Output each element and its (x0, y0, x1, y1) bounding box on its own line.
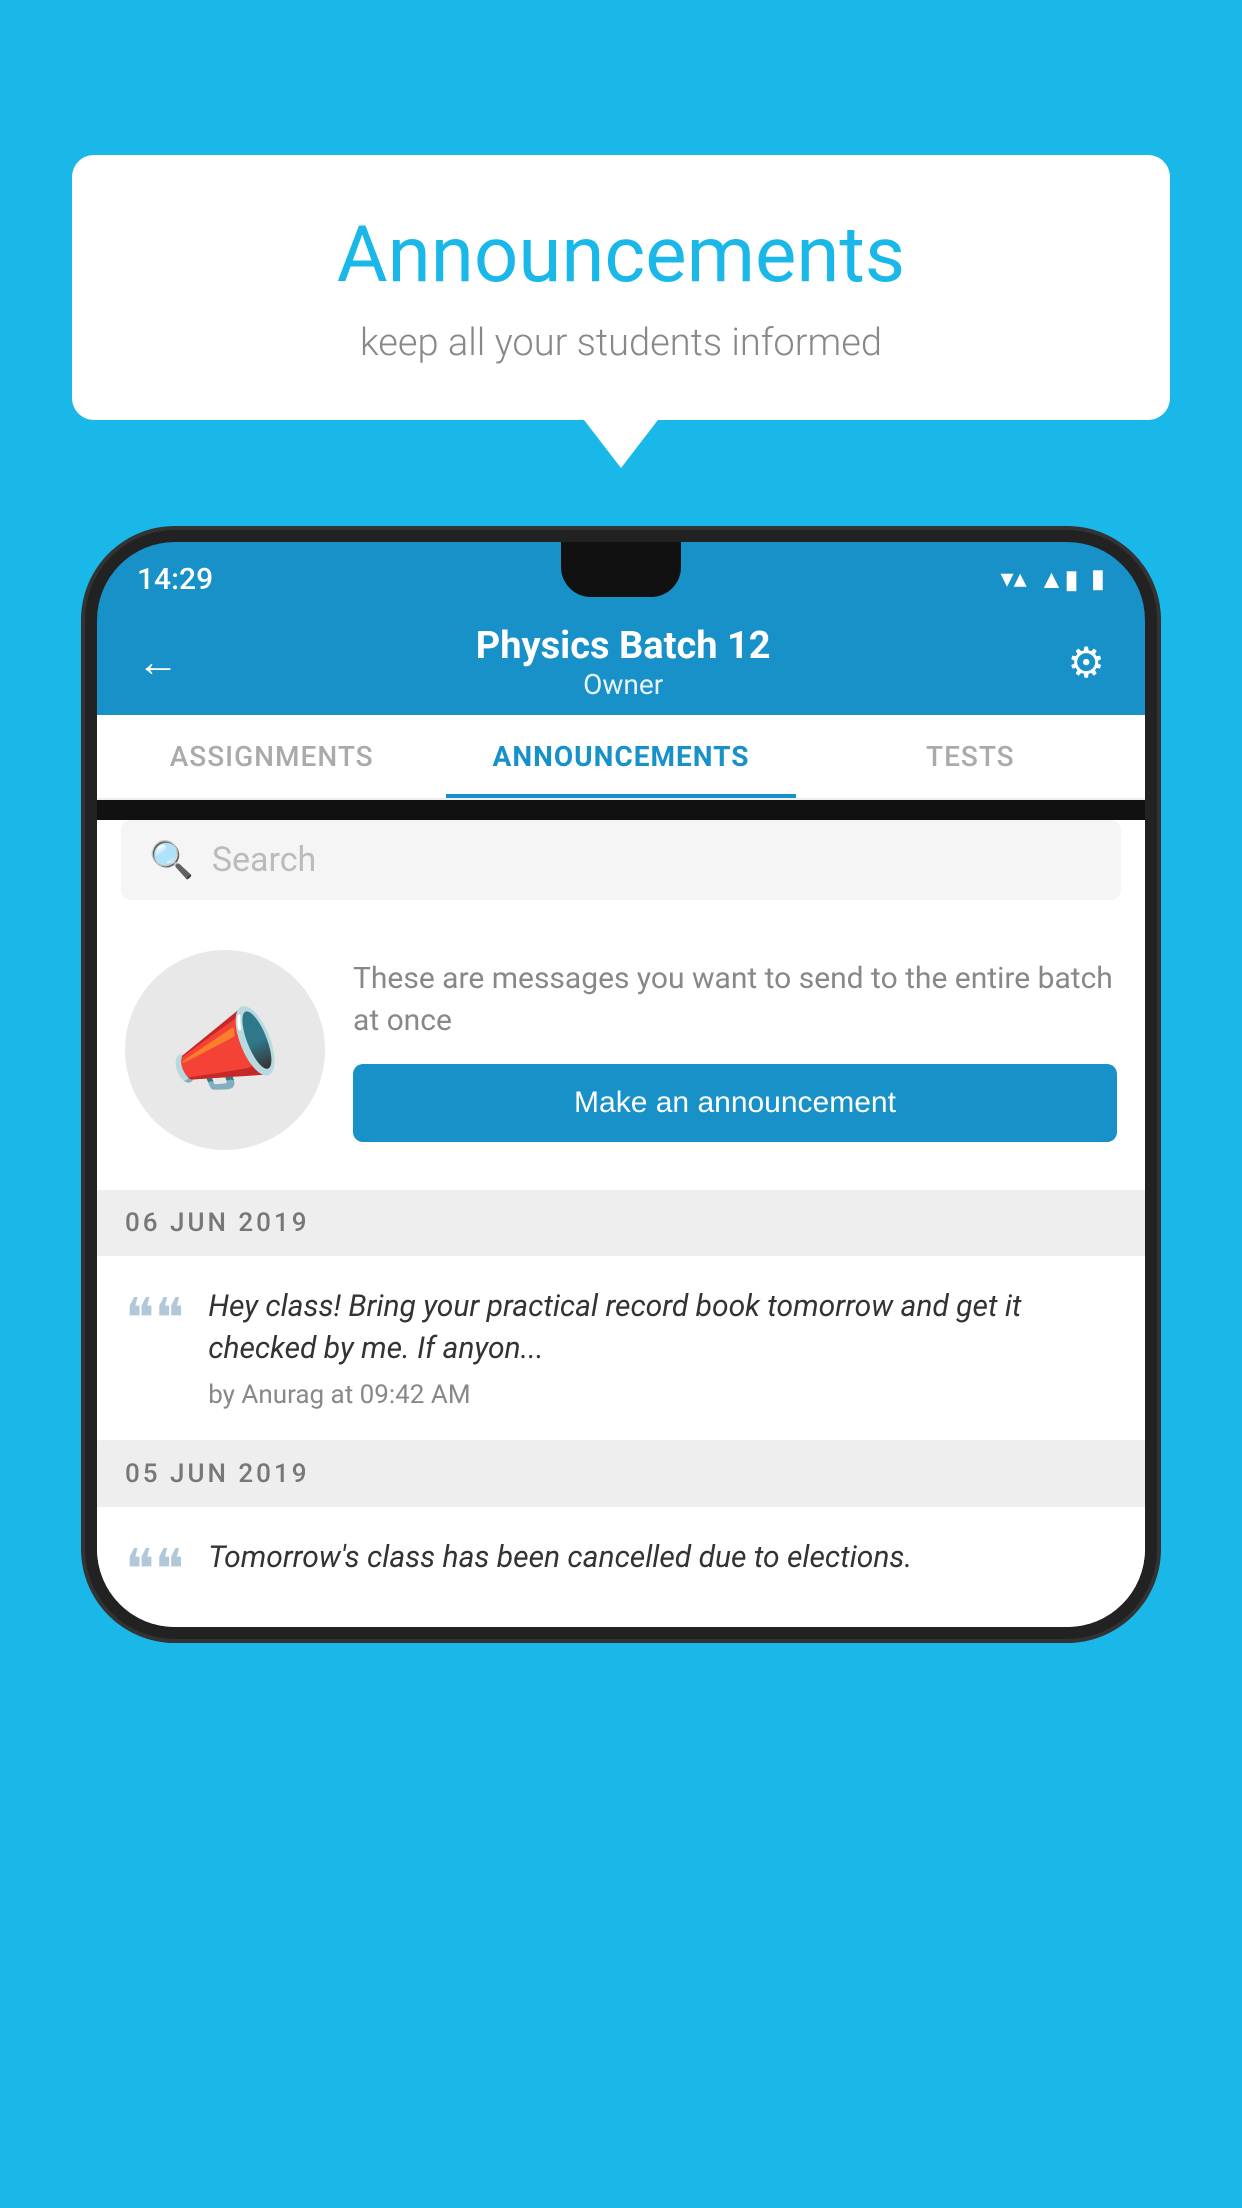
announcement-meta-1: by Anurag at 09:42 AM (208, 1380, 1117, 1410)
battery-icon: ▮ (1091, 564, 1105, 594)
speech-bubble-container: Announcements keep all your students inf… (72, 155, 1170, 420)
announcement-description: These are messages you want to send to t… (353, 958, 1117, 1042)
tab-tests[interactable]: TESTS (796, 715, 1145, 798)
wifi-icon: ▾▴ (1001, 564, 1027, 594)
speech-bubble: Announcements keep all your students inf… (72, 155, 1170, 420)
make-announcement-button[interactable]: Make an announcement (353, 1064, 1117, 1142)
announcement-item-1: ❝❝ Hey class! Bring your practical recor… (97, 1256, 1145, 1441)
search-placeholder: Search (212, 840, 316, 880)
header-center: Physics Batch 12 Owner (476, 624, 771, 701)
phone-notch (561, 542, 681, 597)
announcement-right: These are messages you want to send to t… (353, 958, 1117, 1142)
status-time: 14:29 (137, 562, 213, 597)
header-subtitle: Owner (476, 668, 771, 701)
content-area: 🔍 Search 📣 These are messages you want t… (97, 820, 1145, 1627)
megaphone-icon: 📣 (169, 998, 281, 1103)
gear-icon[interactable]: ⚙ (1067, 638, 1105, 688)
status-icons: ▾▴ ▲▮ ▮ (1001, 564, 1105, 595)
announcement-icon-circle: 📣 (125, 950, 325, 1150)
announcement-text-1: Hey class! Bring your practical record b… (208, 1286, 1117, 1370)
volume-down-button (1149, 1042, 1157, 1122)
announcement-content-2: Tomorrow's class has been cancelled due … (208, 1537, 1117, 1589)
volume-button (85, 942, 93, 1022)
app-header: ← Physics Batch 12 Owner ⚙ (97, 610, 1145, 715)
tab-announcements[interactable]: ANNOUNCEMENTS (446, 715, 795, 798)
tab-bar: ASSIGNMENTS ANNOUNCEMENTS TESTS (97, 715, 1145, 800)
announcement-prompt: 📣 These are messages you want to send to… (97, 920, 1145, 1190)
bubble-subtitle: keep all your students informed (132, 321, 1110, 365)
tab-assignments[interactable]: ASSIGNMENTS (97, 715, 446, 798)
announcement-text-2: Tomorrow's class has been cancelled due … (208, 1537, 1117, 1579)
date-separator-1: 06 JUN 2019 (97, 1190, 1145, 1256)
header-title: Physics Batch 12 (476, 624, 771, 668)
phone: 14:29 ▾▴ ▲▮ ▮ ← Physics Batch 12 Owner ⚙… (85, 530, 1157, 1639)
quote-icon-1: ❝❝ (125, 1291, 184, 1346)
announcement-item-2: ❝❝ Tomorrow's class has been cancelled d… (97, 1507, 1145, 1627)
phone-wrapper: 14:29 ▾▴ ▲▮ ▮ ← Physics Batch 12 Owner ⚙… (85, 530, 1157, 2208)
search-icon: 🔍 (149, 839, 194, 881)
power-button (1149, 892, 1157, 1012)
search-bar[interactable]: 🔍 Search (121, 820, 1121, 900)
quote-icon-2: ❝❝ (125, 1542, 184, 1597)
back-button[interactable]: ← (137, 638, 179, 687)
signal-icon: ▲▮ (1039, 564, 1079, 595)
bubble-title: Announcements (132, 210, 1110, 301)
announcement-content-1: Hey class! Bring your practical record b… (208, 1286, 1117, 1410)
date-separator-2: 05 JUN 2019 (97, 1441, 1145, 1507)
